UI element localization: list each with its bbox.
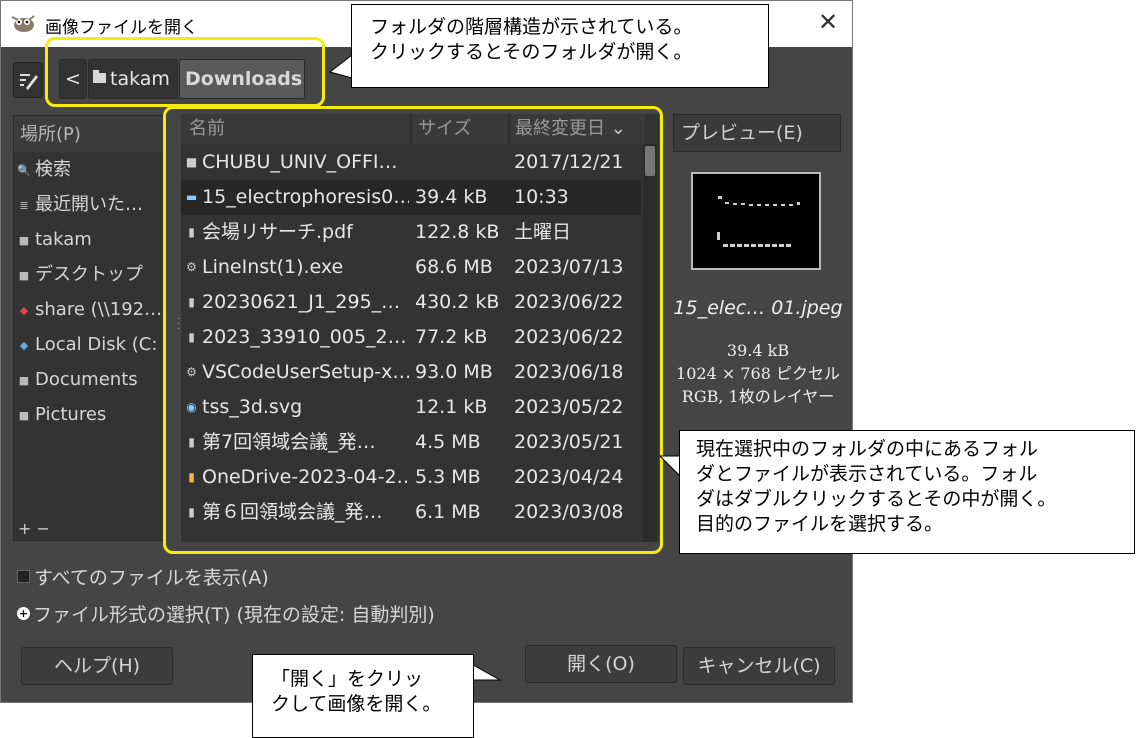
folder-icon: ■: [18, 373, 30, 387]
callout-folder-path: フォルダの階層構造が示されている。 クリックするとそのフォルダが開く。: [351, 4, 769, 88]
preview-thumbnail: [691, 172, 821, 270]
folder-icon: ■: [18, 268, 30, 282]
folder-icon: ■: [18, 408, 30, 422]
search-icon: 🔍: [17, 163, 31, 177]
place-item-recent[interactable]: ≣ 最近開いた…: [14, 187, 165, 222]
place-item-search[interactable]: 🔍 検索: [14, 152, 165, 187]
checkbox-icon: [17, 570, 30, 583]
place-item-share[interactable]: ◆ share (\\192…: [14, 292, 165, 327]
network-drive-icon: ◆: [19, 303, 29, 317]
expand-icon: +: [17, 607, 30, 620]
place-item-documents[interactable]: ■ Documents: [14, 362, 165, 397]
show-all-files-checkbox[interactable]: すべてのファイルを表示(A): [17, 563, 269, 590]
place-item-pictures[interactable]: ■ Pictures: [14, 397, 165, 432]
preview-button[interactable]: プレビュー(E): [673, 114, 841, 152]
add-remove-bookmark-buttons[interactable]: + −: [18, 519, 50, 538]
breadcrumb-highlight: [45, 37, 325, 107]
place-item-takam[interactable]: ■ takam: [14, 222, 165, 257]
places-panel: 場所(P) 🔍 検索 ≣ 最近開いた… ■ takam ■ デスクトップ ◆ share …: [13, 115, 166, 541]
pencil-icon: [20, 74, 38, 90]
preview-filename: 15_elec… 01.jpeg: [673, 297, 843, 319]
places-header[interactable]: 場所(P): [14, 116, 165, 152]
folder-icon: ■: [18, 233, 30, 247]
dialog-title: 画像ファイルを開く: [45, 18, 198, 38]
recent-icon: ≣: [19, 198, 29, 212]
place-item-local-disk[interactable]: ◆ Local Disk (C:: [14, 327, 165, 362]
disk-icon: ◆: [19, 338, 29, 352]
preview-info: 39.4 kB 1024 × 768 ピクセル RGB, 1枚のレイヤー: [676, 341, 840, 406]
callout-file-list: 現在選択中のフォルダの中にあるフォル ダとファイルが表示されている。フォル ダは…: [679, 430, 1135, 554]
help-button[interactable]: ヘルプ(H): [21, 647, 173, 685]
gimp-logo-icon: [11, 15, 35, 32]
file-list-highlight: [163, 106, 663, 554]
edit-location-button[interactable]: [13, 62, 43, 98]
open-button[interactable]: 開く(O): [525, 645, 677, 683]
place-item-desktop[interactable]: ■ デスクトップ: [14, 257, 165, 292]
file-type-expander[interactable]: + ファイル形式の選択(T) (現在の設定: 自動判別): [17, 600, 435, 627]
callout-open-button: 「開く」をクリッ クして画像を開く。: [252, 654, 474, 738]
close-icon[interactable]: ✕: [813, 7, 843, 37]
cancel-button[interactable]: キャンセル(C): [683, 647, 835, 685]
